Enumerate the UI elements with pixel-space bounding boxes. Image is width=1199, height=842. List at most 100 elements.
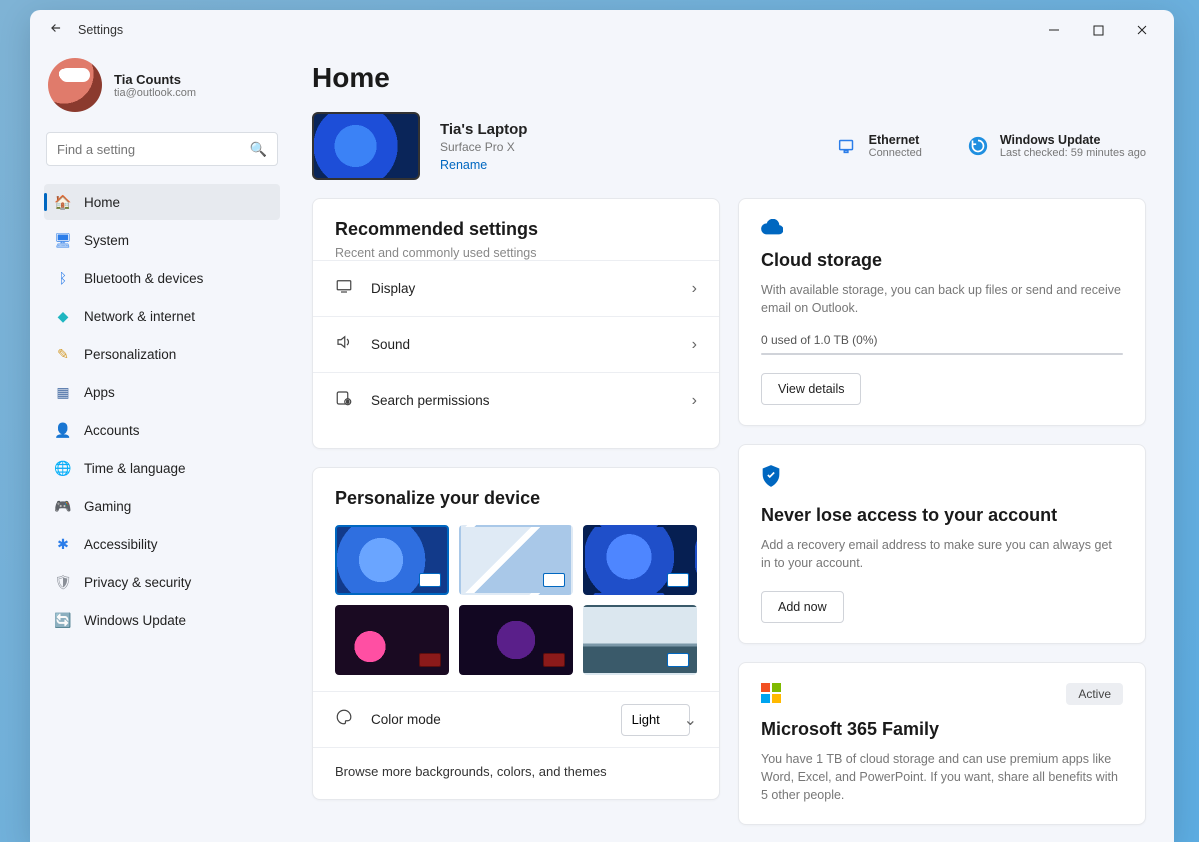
nav-item-apps[interactable]: ▦Apps bbox=[44, 374, 280, 410]
avatar bbox=[48, 58, 102, 112]
nav-label: Personalization bbox=[84, 347, 176, 362]
search-permissions-icon bbox=[335, 389, 355, 412]
view-details-button[interactable]: View details bbox=[761, 373, 861, 405]
maximize-button[interactable] bbox=[1076, 14, 1120, 46]
row-label: Search permissions bbox=[371, 393, 676, 408]
color-mode-label: Color mode bbox=[371, 712, 605, 727]
theme-option-2[interactable] bbox=[459, 525, 573, 595]
personalize-card: Personalize your device Color mode bbox=[312, 467, 720, 800]
chevron-right-icon: › bbox=[692, 280, 697, 298]
profile-email: tia@outlook.com bbox=[114, 87, 196, 99]
recommended-title: Recommended settings bbox=[335, 219, 697, 240]
nav-item-network-internet[interactable]: ◆ Network & internet bbox=[44, 298, 280, 334]
device-thumbnail[interactable] bbox=[312, 112, 420, 180]
ethernet-sub: Connected bbox=[869, 147, 922, 159]
nav-icon: ᛒ bbox=[54, 269, 72, 287]
nav-icon: 🌐 bbox=[54, 459, 72, 477]
update-title: Windows Update bbox=[1000, 133, 1146, 147]
ethernet-status[interactable]: Ethernet Connected bbox=[835, 133, 922, 159]
nav-label: Accessibility bbox=[84, 537, 158, 552]
nav-item-gaming[interactable]: 🎮 Gaming bbox=[44, 488, 280, 524]
search-input[interactable] bbox=[57, 142, 250, 157]
nav-label: Time & language bbox=[84, 461, 186, 476]
minimize-button[interactable] bbox=[1032, 14, 1076, 46]
cloud-storage-card: Cloud storage With available storage, yo… bbox=[738, 198, 1146, 426]
nav-item-home[interactable]: 🏠Home bbox=[44, 184, 280, 220]
ethernet-title: Ethernet bbox=[869, 133, 922, 147]
theme-option-1[interactable] bbox=[335, 525, 449, 595]
nav-item-windows-update[interactable]: 🔄 Windows Update bbox=[44, 602, 280, 638]
chevron-right-icon: › bbox=[692, 336, 697, 354]
shield-icon bbox=[761, 465, 1123, 493]
nav-icon: ◆ bbox=[54, 307, 72, 325]
setting-row-search-permissions[interactable]: Search permissions › bbox=[313, 372, 719, 428]
cloud-usage: 0 used of 1.0 TB (0%) bbox=[761, 333, 1123, 347]
nav-icon: ✱ bbox=[54, 535, 72, 553]
nav-item-bluetooth-devices[interactable]: ᛒ Bluetooth & devices bbox=[44, 260, 280, 296]
back-button[interactable] bbox=[40, 21, 72, 40]
nav-item-accessibility[interactable]: ✱ Accessibility bbox=[44, 526, 280, 562]
add-now-button[interactable]: Add now bbox=[761, 591, 844, 623]
theme-option-4[interactable] bbox=[335, 605, 449, 675]
row-label: Sound bbox=[371, 337, 676, 352]
nav-label: System bbox=[84, 233, 129, 248]
personalize-title: Personalize your device bbox=[335, 488, 697, 509]
display-icon bbox=[335, 277, 355, 300]
rename-link[interactable]: Rename bbox=[440, 158, 527, 172]
page-title: Home bbox=[312, 62, 1146, 94]
nav-label: Bluetooth & devices bbox=[84, 271, 203, 286]
close-button[interactable] bbox=[1120, 14, 1164, 46]
palette-icon bbox=[335, 708, 355, 731]
recommended-card: Recommended settings Recent and commonly… bbox=[312, 198, 720, 449]
search-box[interactable]: 🔍 bbox=[46, 132, 278, 166]
theme-option-6[interactable] bbox=[583, 605, 697, 675]
main-content: Home Tia's Laptop Surface Pro X Rename E… bbox=[292, 50, 1174, 842]
cloud-desc: With available storage, you can back up … bbox=[761, 281, 1123, 317]
nav-label: Network & internet bbox=[84, 309, 195, 324]
nav-item-personalization[interactable]: ✎ Personalization bbox=[44, 336, 280, 372]
nav-icon: 🔄 bbox=[54, 611, 72, 629]
nav-label: Windows Update bbox=[84, 613, 186, 628]
m365-desc: You have 1 TB of cloud storage and can u… bbox=[761, 750, 1123, 804]
color-mode-row: Color mode Light ⌄ bbox=[313, 691, 719, 747]
nav-label: Privacy & security bbox=[84, 575, 191, 590]
cloud-progress bbox=[761, 353, 1123, 355]
nav-item-accounts[interactable]: 👤Accounts bbox=[44, 412, 280, 448]
setting-row-sound[interactable]: Sound › bbox=[313, 316, 719, 372]
nav-icon: 🏠 bbox=[54, 193, 72, 211]
device-model: Surface Pro X bbox=[440, 140, 527, 154]
ethernet-icon bbox=[835, 134, 859, 158]
nav-icon: 👤 bbox=[54, 421, 72, 439]
microsoft-logo-icon bbox=[761, 683, 781, 703]
device-row: Tia's Laptop Surface Pro X Rename Ethern… bbox=[312, 112, 1146, 180]
nav-item-system[interactable]: 🖥 System bbox=[44, 222, 280, 258]
profile-block[interactable]: Tia Counts tia@outlook.com bbox=[44, 54, 280, 126]
m365-status-badge: Active bbox=[1066, 683, 1123, 705]
nav-item-privacy-security[interactable]: 🛡Privacy & security bbox=[44, 564, 280, 600]
device-name: Tia's Laptop bbox=[440, 121, 527, 138]
cloud-title: Cloud storage bbox=[761, 250, 1123, 271]
search-icon: 🔍 bbox=[250, 141, 267, 158]
window-title: Settings bbox=[78, 23, 123, 37]
update-icon bbox=[966, 134, 990, 158]
color-mode-select[interactable]: Light bbox=[621, 704, 690, 736]
update-sub: Last checked: 59 minutes ago bbox=[1000, 147, 1146, 159]
nav-icon: 🖥 bbox=[54, 231, 72, 249]
nav-item-time-language[interactable]: 🌐 Time & language bbox=[44, 450, 280, 486]
recovery-desc: Add a recovery email address to make sur… bbox=[761, 536, 1123, 572]
nav-icon: ✎ bbox=[54, 345, 72, 363]
nav-icon: 🎮 bbox=[54, 497, 72, 515]
profile-name: Tia Counts bbox=[114, 72, 196, 87]
theme-option-5[interactable] bbox=[459, 605, 573, 675]
update-status[interactable]: Windows Update Last checked: 59 minutes … bbox=[966, 133, 1146, 159]
theme-option-3[interactable] bbox=[583, 525, 697, 595]
chevron-right-icon: › bbox=[692, 392, 697, 410]
nav-list: 🏠Home 🖥 System ᛒ Bluetooth & devices ◆ Network… bbox=[44, 184, 280, 638]
nav-label: Gaming bbox=[84, 499, 131, 514]
m365-card: Active Microsoft 365 Family You have 1 T… bbox=[738, 662, 1146, 825]
browse-more-row[interactable]: Browse more backgrounds, colors, and the… bbox=[313, 747, 719, 779]
nav-label: Apps bbox=[84, 385, 115, 400]
row-label: Display bbox=[371, 281, 676, 296]
theme-grid bbox=[335, 525, 697, 675]
setting-row-display[interactable]: Display › bbox=[313, 260, 719, 316]
